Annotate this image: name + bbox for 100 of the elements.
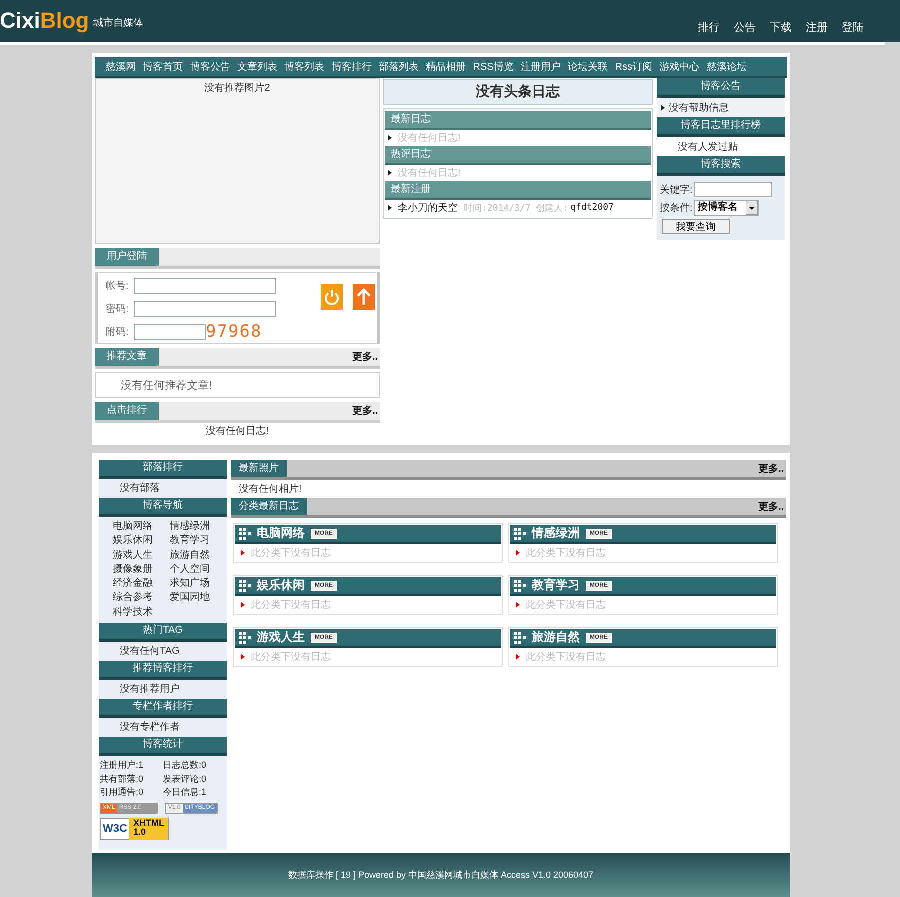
blog-link[interactable]: 李小刀的天空 xyxy=(398,201,458,215)
nav-link[interactable]: 文章列表 xyxy=(237,60,278,74)
condition-dropdown[interactable]: 按博客名 xyxy=(694,200,759,216)
category-link[interactable]: 经济金融 xyxy=(113,577,170,592)
category-title[interactable]: 旅游自然 xyxy=(532,629,580,646)
bullet-icon xyxy=(661,104,665,110)
nav-link[interactable]: 博客公告 xyxy=(190,60,230,74)
category-link[interactable]: 综合参考 xyxy=(113,591,170,606)
header-link[interactable]: 下载 xyxy=(770,20,792,35)
more-link[interactable]: 更多.. xyxy=(758,462,786,476)
nav-link[interactable]: 论坛关联 xyxy=(568,60,608,74)
category-link[interactable]: 旅游自然 xyxy=(170,548,227,563)
section-tab[interactable]: 分类最新日志 xyxy=(231,498,307,515)
section-tab[interactable]: 推荐文章 xyxy=(95,348,159,366)
category-title[interactable]: 游戏人生 xyxy=(257,629,305,646)
bullet-icon xyxy=(388,170,392,176)
keyword-field[interactable] xyxy=(694,182,772,197)
empty-message: 没有任何日志! xyxy=(206,426,269,437)
nav-link[interactable]: 注册用户 xyxy=(520,60,561,74)
category-link[interactable]: 电脑网络 xyxy=(113,520,170,534)
section-title: 博客公告 xyxy=(701,81,741,92)
empty-message: 没有任何相片! xyxy=(239,484,302,495)
empty-message: 此分类下没有日志 xyxy=(251,546,331,560)
caret-icon xyxy=(746,201,758,215)
grid-icon xyxy=(239,580,251,592)
picture-caption: 没有推荐图片2 xyxy=(204,83,270,94)
input-field[interactable] xyxy=(134,324,206,340)
section-title: 热评日志 xyxy=(391,149,431,160)
section-title: 最新日志 xyxy=(391,114,431,125)
category-title[interactable]: 教育学习 xyxy=(532,577,580,594)
footer-text: 数据库操作 [ 19 ] Powered by 中国慈溪网城市自媒体 Access V1.0 20060407 xyxy=(288,868,594,882)
more-link[interactable]: 更多.. xyxy=(352,350,380,364)
section-title: 博客搜索 xyxy=(701,159,741,170)
section-title: 博客导航 xyxy=(143,500,183,511)
empty-message: 没有任何日志! xyxy=(398,132,461,145)
nav-link[interactable]: 博客列表 xyxy=(284,60,325,74)
section-title: 专栏作者排行 xyxy=(133,701,193,712)
empty-message: 此分类下没有日志 xyxy=(526,598,606,612)
header-link[interactable]: 登陆 xyxy=(842,20,864,35)
more-link[interactable]: 更多.. xyxy=(758,500,786,514)
empty-message: 没有任何TAG xyxy=(120,646,180,658)
field-label: 附码: xyxy=(106,326,126,339)
section-title: 博客统计 xyxy=(143,739,183,750)
category-link[interactable]: 求知广场 xyxy=(170,577,227,592)
grid-icon xyxy=(514,580,526,592)
notice-text: 没有帮助信息 xyxy=(669,102,729,114)
grid-icon xyxy=(514,528,526,540)
category-link[interactable]: 娱乐休闲 xyxy=(113,534,170,549)
empty-message: 此分类下没有日志 xyxy=(251,598,331,612)
grid-icon xyxy=(239,528,251,540)
category-link[interactable]: 情感绿洲 xyxy=(170,520,227,534)
input-field[interactable] xyxy=(134,301,276,317)
nav-link[interactable]: 博客排行 xyxy=(332,60,372,74)
nav-link[interactable]: 博客首页 xyxy=(143,60,184,74)
logo-text[interactable]: CixiBlog xyxy=(0,8,90,34)
header-link[interactable]: 注册 xyxy=(806,20,828,35)
header-link[interactable]: 排行 xyxy=(698,20,720,35)
power-icon[interactable] xyxy=(321,284,343,310)
category-link[interactable]: 个人空间 xyxy=(170,562,227,578)
nav-link[interactable]: RSS博览 xyxy=(473,60,514,74)
entry-meta: 时间:2014/3/7 创建人: xyxy=(464,202,569,214)
empty-message: 此分类下没有日志 xyxy=(526,546,606,560)
nav-link[interactable]: 部落列表 xyxy=(378,60,419,74)
input-field[interactable] xyxy=(134,278,276,294)
more-link[interactable]: 更多.. xyxy=(352,404,380,418)
empty-message: 此分类下没有日志 xyxy=(526,650,606,664)
bullet-icon xyxy=(516,654,520,660)
header-link[interactable]: 公告 xyxy=(734,20,756,35)
empty-message: 没有任何推荐文章! xyxy=(121,378,212,392)
author-link[interactable]: qfdt2007 xyxy=(570,203,614,213)
empty-message: 没有任何日志! xyxy=(398,166,461,180)
stat-text: 今日信息:1 xyxy=(163,786,208,800)
field-label: 帐号: xyxy=(106,280,126,293)
headline-text: 没有头条日志 xyxy=(476,83,560,101)
section-tab[interactable]: 用户登陆 xyxy=(95,248,159,266)
category-title[interactable]: 电脑网络 xyxy=(257,525,305,542)
empty-message: 没有人发过贴 xyxy=(678,140,738,154)
field-label: 关键字: xyxy=(660,184,693,196)
nav-link[interactable]: 慈溪论坛 xyxy=(706,60,747,74)
category-title[interactable]: 情感绿洲 xyxy=(532,525,580,542)
stat-text: 注册用户:1 xyxy=(100,759,145,772)
nav-link[interactable]: 慈溪网 xyxy=(106,60,136,74)
category-link[interactable]: 游戏人生 xyxy=(113,548,170,563)
category-link[interactable]: 教育学习 xyxy=(170,534,227,549)
nav-link[interactable]: 精品相册 xyxy=(426,60,466,74)
grid-icon xyxy=(514,632,526,644)
bullet-icon xyxy=(388,135,392,141)
category-link[interactable]: 科学技术 xyxy=(113,606,170,620)
field-label: 密码: xyxy=(106,302,126,316)
bullet-icon xyxy=(241,550,245,556)
section-title: 推荐博客排行 xyxy=(133,663,193,674)
tagline: 城市自媒体 xyxy=(93,16,144,30)
search-button[interactable]: 我要查询 xyxy=(662,219,730,234)
category-link[interactable]: 爱国园地 xyxy=(170,591,227,606)
nav-link[interactable]: 游戏中心 xyxy=(660,60,700,74)
category-link[interactable]: 摄像象册 xyxy=(113,562,170,578)
section-tab[interactable]: 最新照片 xyxy=(231,460,287,477)
section-tab[interactable]: 点击排行 xyxy=(95,402,159,420)
nav-link[interactable]: Rss订阅 xyxy=(615,60,653,74)
category-title[interactable]: 娱乐休闲 xyxy=(257,577,305,594)
